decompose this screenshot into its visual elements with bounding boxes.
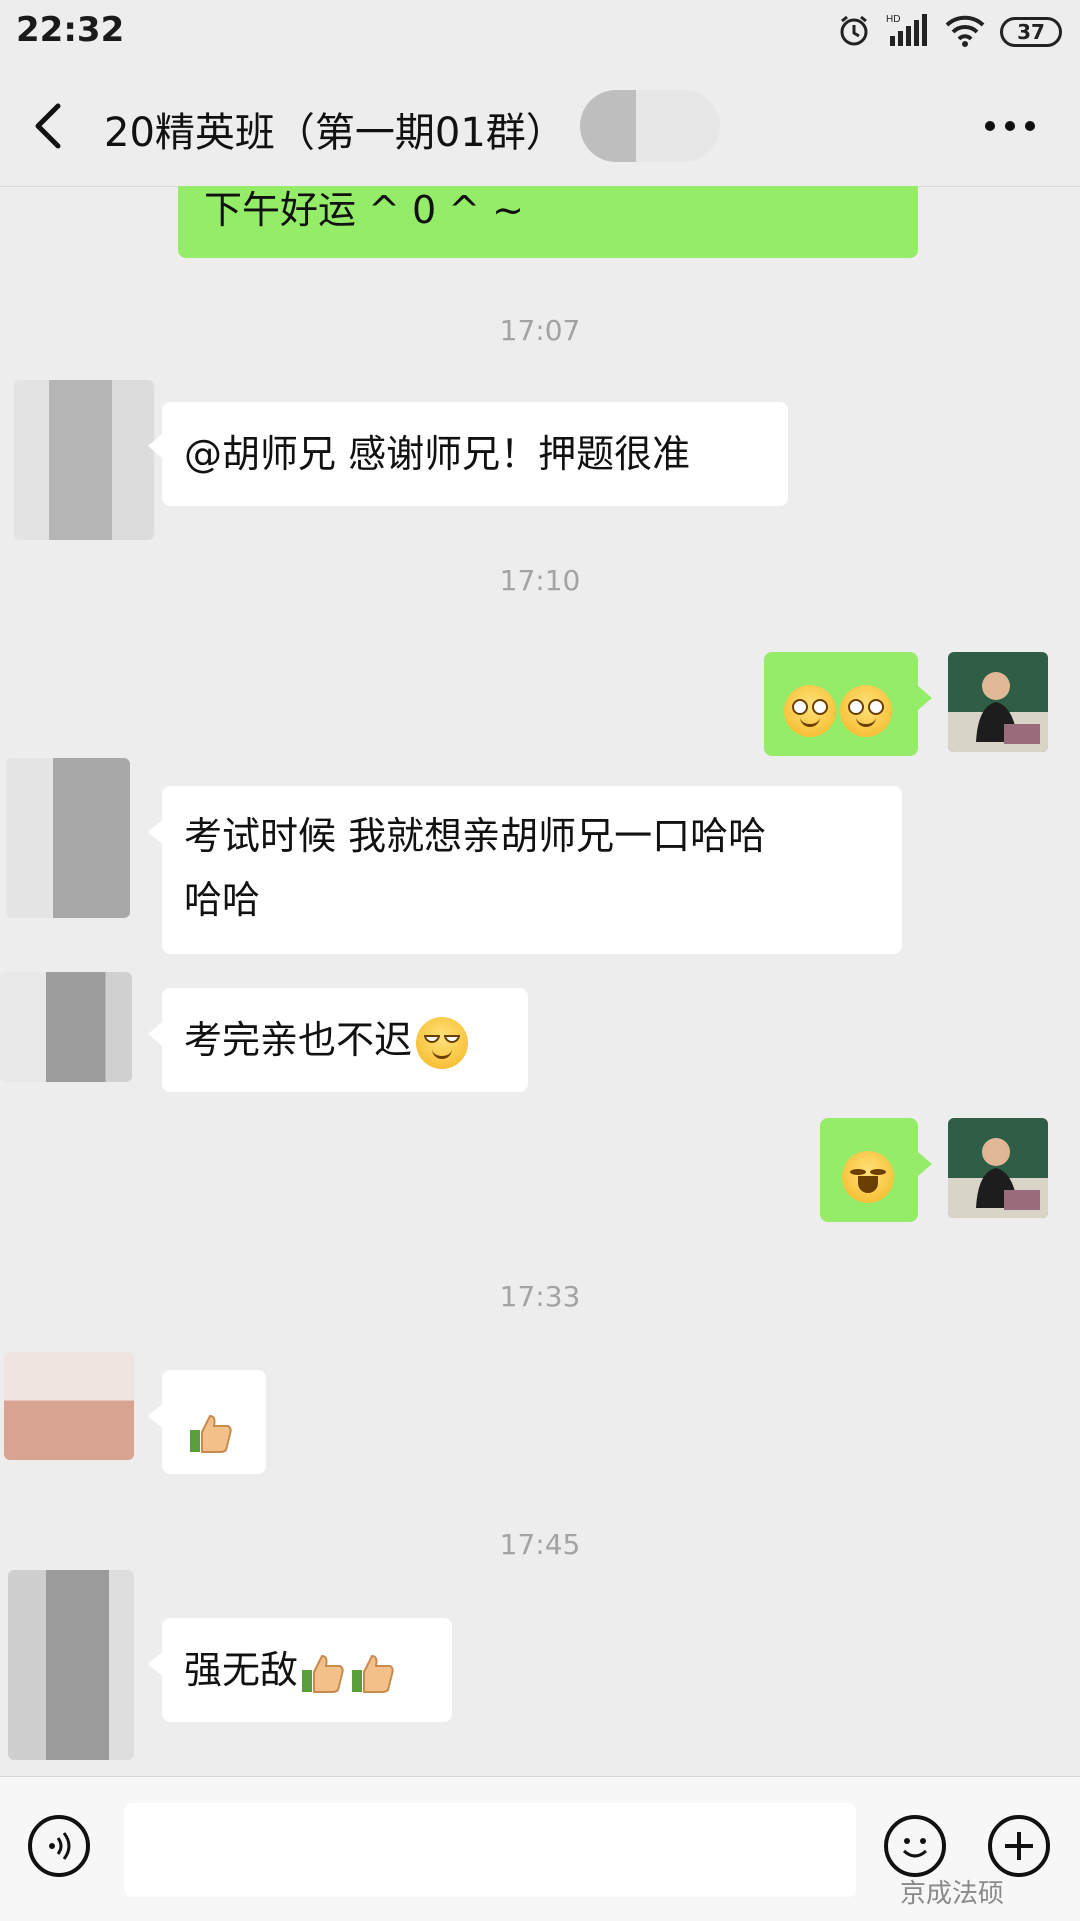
bubble-tail: [918, 1152, 932, 1176]
user-avatar[interactable]: [948, 652, 1048, 752]
message-text: @胡师兄 感谢师兄！押题很准: [184, 432, 691, 476]
voice-input-button[interactable]: [28, 1815, 90, 1877]
bubble-tail: [148, 1404, 162, 1428]
watermark: 京成法硕: [900, 1879, 1005, 1909]
more-dots-icon: [985, 121, 1035, 131]
wifi-icon: [944, 13, 986, 51]
more-options-button[interactable]: [980, 106, 1040, 146]
emoji-picker-button[interactable]: [884, 1815, 946, 1877]
bubble-tail: [918, 686, 932, 710]
battery-indicator: 37: [1000, 17, 1062, 47]
message-bubble-outgoing[interactable]: [820, 1118, 918, 1222]
chevron-left-icon: [35, 103, 61, 149]
chat-header: 20精英班（第一期01群）: [0, 66, 1080, 187]
alarm-icon: [836, 12, 872, 52]
voice-icon: [49, 1832, 71, 1860]
status-icons: HD 37: [836, 12, 1062, 52]
person-photo: [948, 1118, 1048, 1218]
timestamp: 17:33: [499, 1280, 581, 1313]
peek-eyes-emoji: [784, 684, 836, 737]
timestamp: 17:10: [499, 564, 581, 597]
message-bubble-incoming[interactable]: 强无敌: [162, 1618, 452, 1722]
peek-eyes-emoji: [840, 684, 892, 737]
redacted-count-blur: [580, 90, 720, 162]
message-text: 考试时候 我就想亲胡师兄一口哈哈: [184, 814, 767, 858]
svg-text:HD: HD: [886, 14, 900, 25]
smiley-icon: [902, 1838, 928, 1858]
message-text: 下午好运 ^ 0 ^ ~: [204, 188, 525, 232]
plus-icon: [1005, 1832, 1033, 1860]
more-actions-button[interactable]: [988, 1815, 1050, 1877]
timestamp: 17:07: [499, 314, 581, 347]
thumbs-up-emoji: [188, 1410, 234, 1456]
message-text: 强无敌: [184, 1648, 299, 1692]
status-bar: 22:32 HD 37: [0, 0, 1080, 66]
timestamp: 17:45: [499, 1528, 581, 1561]
chat-title: 20精英班（第一期01群）: [104, 110, 566, 156]
avatar[interactable]: [8, 1570, 134, 1760]
avatar[interactable]: [0, 972, 132, 1082]
message-bubble-outgoing[interactable]: [764, 652, 918, 756]
laughing-tears-emoji: [842, 1150, 894, 1203]
smirk-emoji: [416, 1016, 469, 1069]
message-bubble-incoming[interactable]: 考试时候 我就想亲胡师兄一口哈哈 哈哈: [162, 786, 902, 954]
avatar[interactable]: [4, 1352, 134, 1460]
message-input[interactable]: [124, 1803, 856, 1897]
signal-icon: HD: [886, 12, 930, 52]
back-button[interactable]: [24, 94, 78, 158]
message-text: 哈哈: [184, 878, 261, 922]
bubble-tail: [148, 820, 162, 844]
message-bubble-outgoing[interactable]: 下午好运 ^ 0 ^ ~: [178, 186, 918, 258]
message-bubble-incoming[interactable]: [162, 1370, 266, 1474]
thumbs-up-emoji: [350, 1650, 396, 1696]
input-bar: 京成法硕: [0, 1776, 1080, 1921]
person-photo: [948, 652, 1048, 752]
bubble-tail: [148, 434, 162, 458]
status-time: 22:32: [16, 10, 125, 50]
user-avatar[interactable]: [948, 1118, 1048, 1218]
message-bubble-incoming[interactable]: 考完亲也不迟: [162, 988, 528, 1092]
bubble-tail: [148, 1652, 162, 1676]
bubble-tail: [148, 1022, 162, 1046]
avatar[interactable]: [6, 758, 130, 918]
avatar[interactable]: [14, 380, 154, 540]
thumbs-up-emoji: [300, 1650, 346, 1696]
message-bubble-incoming[interactable]: @胡师兄 感谢师兄！押题很准: [162, 402, 788, 506]
message-text: 考完亲也不迟: [184, 1018, 413, 1062]
